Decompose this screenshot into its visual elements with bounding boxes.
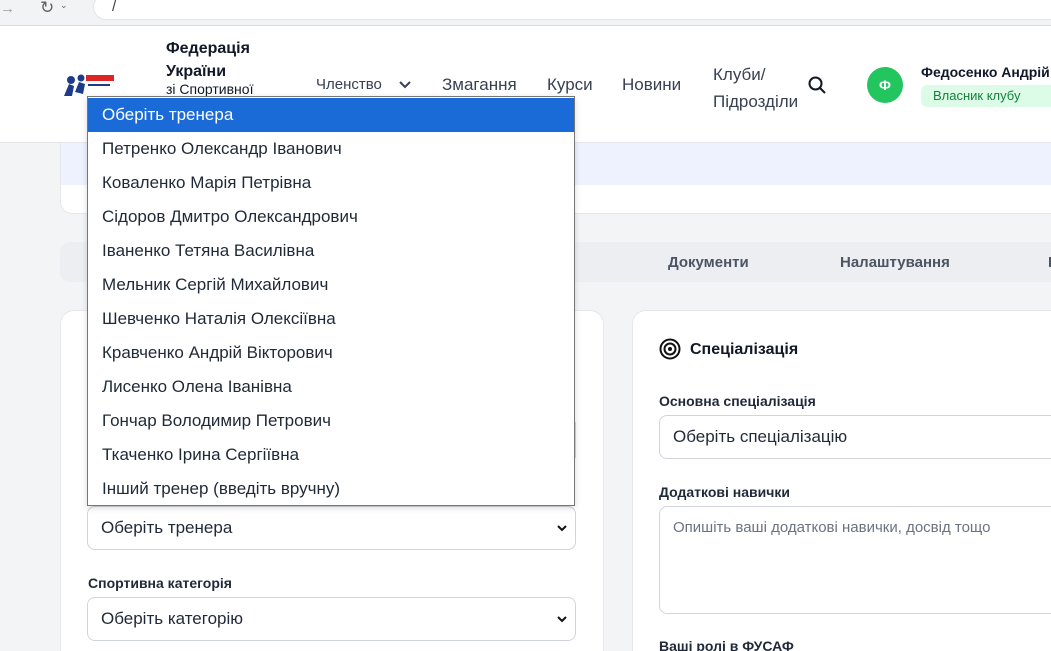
target-icon <box>659 338 681 360</box>
main-specialization-value: Оберіть спеціалізацію <box>673 427 848 446</box>
category-select[interactable]: Оберіть категорію <box>87 597 576 641</box>
federation-logo[interactable] <box>62 72 116 98</box>
main-specialization-label: Основна спеціалізація <box>659 393 816 409</box>
address-text: / <box>112 0 117 15</box>
skills-placeholder: Опишіть ваші додаткові навички, досвід т… <box>673 519 991 536</box>
reload-icon[interactable]: ↻ <box>40 0 54 18</box>
search-icon[interactable] <box>807 75 827 95</box>
chevron-down-icon <box>557 525 567 532</box>
nav-membership[interactable]: Членство <box>316 76 382 93</box>
chevron-down-icon[interactable]: ⌄ <box>60 0 68 11</box>
skills-textarea[interactable]: Опишіть ваші додаткові навички, досвід т… <box>659 506 1051 614</box>
dropdown-option[interactable]: Лисенко Олена Іванівна <box>88 370 574 404</box>
dropdown-option[interactable]: Ткаченко Ірина Сергіївна <box>88 438 574 472</box>
address-bar[interactable]: / <box>93 0 1051 20</box>
coach-dropdown-list[interactable]: Оберіть тренера Петренко Олександр Івано… <box>87 96 575 506</box>
category-select-value: Оберіть категорію <box>101 609 244 628</box>
avatar[interactable]: Ф <box>867 67 903 103</box>
org-subtitle: зі Спортивної <box>166 81 254 97</box>
tab-settings[interactable]: Налаштування <box>840 254 950 271</box>
nav-clubs[interactable]: Клуби/ Підрозділи <box>713 61 813 115</box>
dropdown-option[interactable]: Сідоров Дмитро Олександрович <box>88 200 574 234</box>
skills-label: Додаткові навички <box>659 484 790 500</box>
dropdown-option[interactable]: Кравченко Андрій Вікторович <box>88 336 574 370</box>
tab-documents[interactable]: Документи <box>668 254 749 271</box>
org-name: Федерація України <box>166 40 250 80</box>
main-specialization-select[interactable]: Оберіть спеціалізацію <box>659 415 1051 459</box>
browser-toolbar: → ↻ ⌄ / <box>0 0 1051 26</box>
user-role-badge: Власник клубу <box>921 85 1051 107</box>
nav-courses[interactable]: Курси <box>547 75 593 95</box>
dropdown-option[interactable]: Мельник Сергій Михайлович <box>88 268 574 302</box>
nav-news[interactable]: Новини <box>622 75 681 95</box>
dropdown-option[interactable]: Інший тренер (введіть вручну) <box>88 472 574 506</box>
dropdown-option[interactable]: Шевченко Наталія Олексіївна <box>88 302 574 336</box>
roles-label: Ваші ролі в ФУСАФ <box>659 638 794 651</box>
dropdown-option[interactable]: Петренко Олександр Іванович <box>88 132 574 166</box>
nav-competitions[interactable]: Змагання <box>442 75 517 95</box>
dropdown-option[interactable]: Іваненко Тетяна Василівна <box>88 234 574 268</box>
forward-arrow-icon[interactable]: → <box>0 0 15 17</box>
category-label: Спортивна категорія <box>88 575 232 591</box>
user-name[interactable]: Федосенко Андрій <box>921 64 1050 80</box>
specialization-title: Спеціалізація <box>690 341 799 358</box>
dropdown-option[interactable]: Оберіть тренера <box>88 98 574 132</box>
dropdown-option[interactable]: Коваленко Марія Петрівна <box>88 166 574 200</box>
dropdown-option[interactable]: Гончар Володимир Петрович <box>88 404 574 438</box>
chevron-down-icon[interactable] <box>397 76 413 92</box>
coach-select[interactable]: Оберіть тренера <box>87 506 576 550</box>
chevron-down-icon <box>557 616 567 623</box>
coach-select-value: Оберіть тренера <box>101 518 233 537</box>
